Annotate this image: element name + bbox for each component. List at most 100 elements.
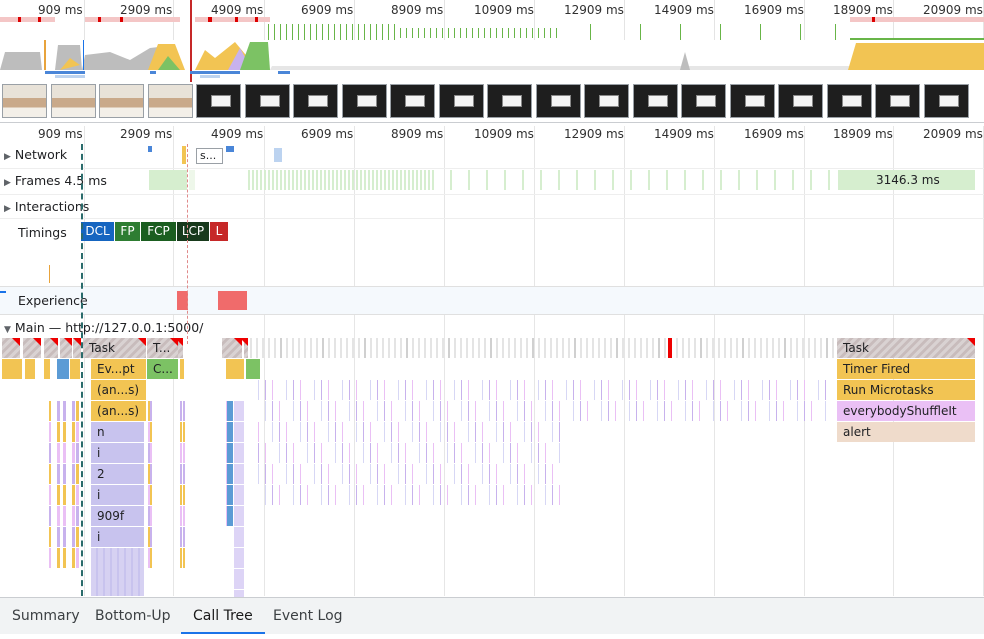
frame-bar[interactable] [432, 170, 434, 190]
flame-task-sliver[interactable] [562, 338, 564, 358]
network-request[interactable] [148, 146, 152, 152]
flame-sliver[interactable] [57, 548, 60, 568]
flame-sliver[interactable] [552, 380, 553, 400]
flame-task-sliver[interactable] [634, 338, 636, 358]
flame-sliver[interactable] [363, 422, 364, 442]
flame-task-sliver[interactable] [550, 338, 552, 358]
flame-task-sliver[interactable] [544, 338, 546, 358]
flame-task-sliver[interactable] [682, 338, 684, 358]
frame-bar[interactable] [189, 170, 195, 190]
flame-sliver[interactable] [461, 401, 462, 421]
flame-sliver[interactable] [405, 401, 406, 421]
flame-task-sliver[interactable] [454, 338, 456, 358]
flame-sliver[interactable] [489, 380, 490, 400]
flame-sliver[interactable] [790, 380, 791, 400]
frame-bar[interactable] [702, 170, 704, 190]
flame-task-sliver[interactable] [466, 338, 468, 358]
flame-sliver[interactable] [419, 443, 420, 463]
flame-sliver[interactable] [559, 401, 560, 421]
flame-sliver[interactable] [559, 485, 560, 505]
flame-task-sliver[interactable] [718, 338, 720, 358]
flame-sliver[interactable] [234, 548, 244, 568]
flame-sliver[interactable] [671, 401, 672, 421]
flame-event[interactable] [57, 359, 69, 379]
flame-sliver[interactable] [580, 380, 581, 400]
flame-task-sliver[interactable] [688, 338, 690, 358]
frame-bar[interactable] [612, 170, 614, 190]
filmstrip-frame[interactable] [196, 84, 241, 118]
filmstrip-frame[interactable] [244, 84, 290, 118]
flame-sliver[interactable] [272, 380, 273, 400]
flame-sliver[interactable] [496, 422, 497, 442]
flame-sliver[interactable] [183, 527, 185, 547]
frame-bar[interactable] [388, 170, 390, 190]
flame-sliver[interactable] [328, 380, 329, 400]
frame-bar[interactable] [372, 170, 374, 190]
frame-bar[interactable] [424, 170, 426, 190]
flame-sliver[interactable] [72, 506, 75, 526]
flame-sliver[interactable] [405, 485, 406, 505]
flame-sliver[interactable] [769, 380, 770, 400]
flame-sliver[interactable] [370, 443, 371, 463]
flame-task-sliver[interactable] [280, 338, 282, 358]
flame-sliver[interactable] [405, 464, 406, 484]
tab-event-log[interactable]: Event Log [261, 598, 355, 632]
flame-sliver[interactable] [349, 380, 350, 400]
flame-sliver[interactable] [279, 485, 280, 505]
flame-sliver[interactable] [475, 443, 476, 463]
flame-task-sliver[interactable] [784, 338, 786, 358]
flame-sliver[interactable] [180, 485, 182, 505]
flame-sliver[interactable] [356, 464, 357, 484]
flame-task[interactable]: T... [147, 338, 178, 358]
flame-sliver[interactable] [559, 443, 560, 463]
flame-sliver[interactable] [57, 401, 60, 421]
frame-bar[interactable] [288, 170, 290, 190]
flame-task-sliver[interactable] [496, 338, 498, 358]
flame-task-sliver[interactable] [580, 338, 582, 358]
flame-sliver[interactable] [545, 401, 546, 421]
flame-sliver[interactable] [63, 464, 66, 484]
interactions-track[interactable]: ▶ Interactions [0, 194, 984, 219]
flame-sliver[interactable] [377, 443, 378, 463]
flame-sliver[interactable] [426, 464, 427, 484]
flame-task-sliver[interactable] [436, 338, 438, 358]
flame-sliver[interactable] [356, 401, 357, 421]
flame-sliver[interactable] [482, 422, 483, 442]
flame-sliver[interactable] [545, 443, 546, 463]
flame-sliver[interactable] [150, 401, 152, 421]
flame-task-sliver[interactable] [424, 338, 426, 358]
flame-task-sliver[interactable] [508, 338, 510, 358]
flame-task-sliver[interactable] [676, 338, 678, 358]
flame-sliver[interactable] [57, 506, 60, 526]
frame-bar[interactable] [368, 170, 370, 190]
flame-task-sliver[interactable] [652, 338, 654, 358]
network-track-header[interactable]: ▶ Network [4, 147, 67, 162]
flame-sliver[interactable] [587, 401, 588, 421]
flame-sliver[interactable] [227, 485, 233, 505]
flame-sliver[interactable] [489, 464, 490, 484]
flame-sliver[interactable] [384, 485, 385, 505]
flame-task[interactable]: Task [83, 338, 146, 358]
frame-bar[interactable] [260, 170, 262, 190]
flame-sliver[interactable] [608, 401, 609, 421]
flame-task-sliver[interactable] [388, 338, 390, 358]
screenshot-filmstrip[interactable] [0, 82, 984, 120]
flame-task-sliver[interactable] [304, 338, 306, 358]
flame-sliver[interactable] [384, 380, 385, 400]
flame-event[interactable] [44, 359, 50, 379]
flame-task-sliver[interactable] [382, 338, 384, 358]
flame-sliver[interactable] [447, 401, 448, 421]
flame-sliver[interactable] [49, 527, 51, 547]
flame-sliver[interactable] [496, 464, 497, 484]
flame-sliver[interactable] [818, 380, 819, 400]
flame-task-sliver[interactable] [262, 338, 264, 358]
flame-sliver[interactable] [461, 380, 462, 400]
flame-sliver[interactable] [825, 401, 826, 421]
flame-sliver[interactable] [503, 443, 504, 463]
flame-sliver[interactable] [183, 443, 185, 463]
flame-sliver[interactable] [552, 485, 553, 505]
flame-task-sliver[interactable] [694, 338, 696, 358]
flame-sliver[interactable] [699, 401, 700, 421]
frame-bar[interactable] [404, 170, 406, 190]
filmstrip-frame[interactable] [826, 84, 872, 118]
